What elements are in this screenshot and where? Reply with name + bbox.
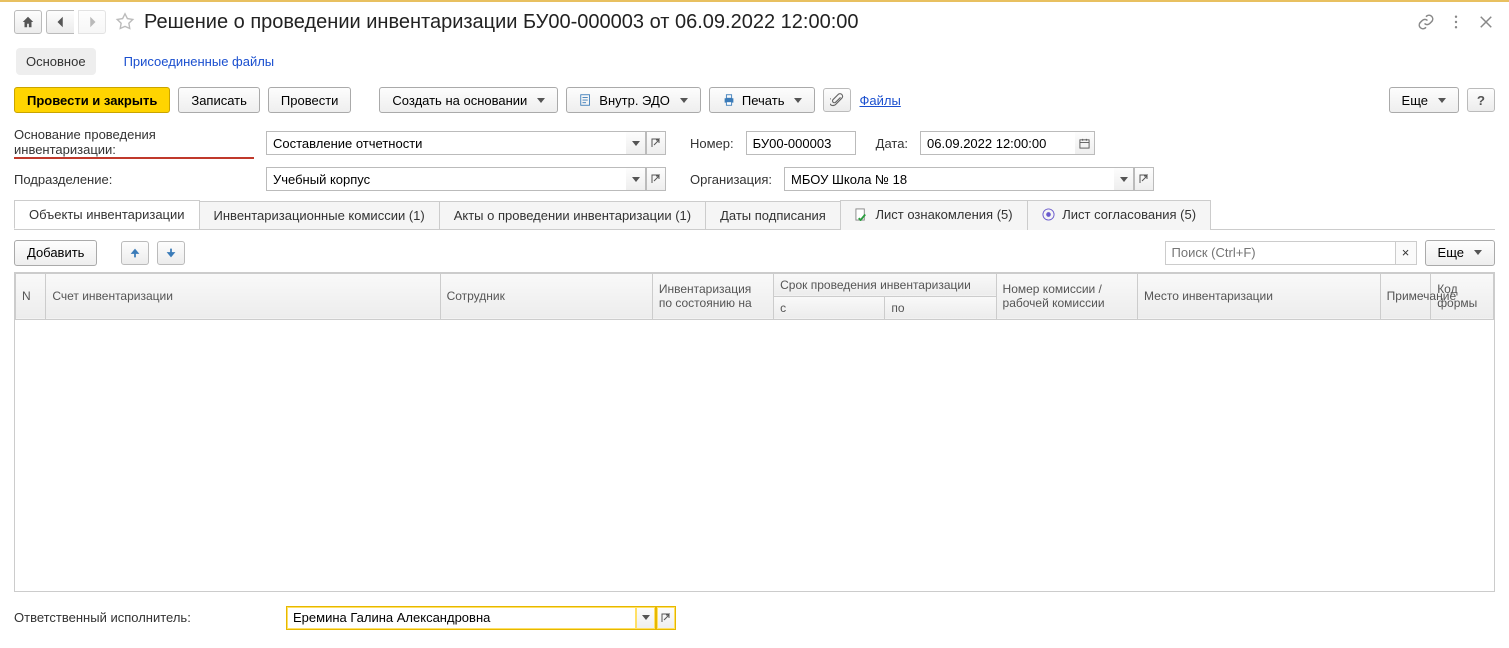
paperclip-icon bbox=[830, 93, 844, 107]
tab-sign-dates[interactable]: Даты подписания bbox=[705, 201, 841, 229]
org-field[interactable] bbox=[784, 167, 1154, 191]
col-note[interactable]: Примечание bbox=[1380, 273, 1431, 319]
org-label: Организация: bbox=[690, 172, 772, 187]
responsible-field[interactable] bbox=[286, 606, 676, 630]
edo-button[interactable]: Внутр. ЭДО bbox=[566, 87, 701, 113]
subdiv-input[interactable] bbox=[266, 167, 626, 191]
open-ref-icon[interactable] bbox=[656, 606, 676, 630]
arrow-left-icon bbox=[54, 15, 68, 29]
files-link[interactable]: Файлы bbox=[859, 93, 900, 108]
basis-field[interactable] bbox=[266, 131, 666, 155]
tab-commissions[interactable]: Инвентаризационные комиссии (1) bbox=[199, 201, 440, 229]
grid: N Счет инвентаризации Сотрудник Инвентар… bbox=[14, 272, 1495, 592]
col-employee[interactable]: Сотрудник bbox=[440, 273, 652, 319]
col-account[interactable]: Счет инвентаризации bbox=[46, 273, 440, 319]
grid-search-input[interactable] bbox=[1165, 241, 1395, 265]
kebab-menu-icon[interactable] bbox=[1447, 13, 1465, 31]
edo-document-icon bbox=[579, 93, 593, 107]
awareness-sheet-icon bbox=[855, 208, 868, 224]
sub-tabs: Объекты инвентаризации Инвентаризационны… bbox=[14, 199, 1495, 230]
help-button[interactable]: ? bbox=[1467, 88, 1495, 112]
open-ref-icon[interactable] bbox=[1134, 167, 1154, 191]
nav-tab-files[interactable]: Присоединенные файлы bbox=[114, 48, 285, 75]
calendar-icon[interactable] bbox=[1075, 131, 1095, 155]
home-icon bbox=[21, 15, 35, 29]
arrow-right-icon bbox=[85, 15, 99, 29]
responsible-input[interactable] bbox=[286, 606, 636, 630]
nav-tabs: Основное Присоединенные файлы bbox=[14, 48, 1495, 75]
attach-button[interactable] bbox=[823, 88, 851, 112]
dropdown-icon[interactable] bbox=[626, 131, 646, 155]
tab-objects[interactable]: Объекты инвентаризации bbox=[14, 200, 200, 229]
print-button[interactable]: Печать bbox=[709, 87, 816, 113]
dropdown-icon[interactable] bbox=[1114, 167, 1134, 191]
responsible-label: Ответственный исполнитель: bbox=[14, 610, 274, 625]
clear-search-icon[interactable]: × bbox=[1395, 241, 1417, 265]
home-button[interactable] bbox=[14, 10, 42, 34]
subdiv-field[interactable] bbox=[266, 167, 666, 191]
post-and-close-button[interactable]: Провести и закрыть bbox=[14, 87, 170, 113]
arrow-down-icon bbox=[164, 246, 178, 260]
create-based-button[interactable]: Создать на основании bbox=[379, 87, 558, 113]
dropdown-icon[interactable] bbox=[626, 167, 646, 191]
col-asof[interactable]: Инвентаризация по состоянию на bbox=[652, 273, 773, 319]
grid-body[interactable] bbox=[15, 320, 1494, 575]
col-n[interactable]: N bbox=[16, 273, 46, 319]
date-field[interactable] bbox=[920, 131, 1095, 155]
open-ref-icon[interactable] bbox=[646, 131, 666, 155]
subdiv-label: Подразделение: bbox=[14, 172, 254, 187]
approval-sheet-icon bbox=[1042, 208, 1055, 224]
forward-button[interactable] bbox=[78, 10, 106, 34]
nav-tab-main[interactable]: Основное bbox=[16, 48, 96, 75]
col-from[interactable]: с bbox=[774, 296, 885, 319]
add-row-button[interactable]: Добавить bbox=[14, 240, 97, 266]
tab-approval[interactable]: Лист согласования (5) bbox=[1027, 200, 1211, 230]
tab-acts[interactable]: Акты о проведении инвентаризации (1) bbox=[439, 201, 706, 229]
col-commission[interactable]: Номер комиссии / рабочей комиссии bbox=[996, 273, 1138, 319]
post-button[interactable]: Провести bbox=[268, 87, 352, 113]
grid-toolbar: Добавить × Еще bbox=[14, 240, 1495, 266]
number-field bbox=[746, 131, 856, 155]
number-label: Номер: bbox=[690, 136, 734, 151]
tab-awareness[interactable]: Лист ознакомления (5) bbox=[840, 200, 1028, 230]
basis-label: Основание проведения инвентаризации: bbox=[14, 127, 254, 159]
save-button[interactable]: Записать bbox=[178, 87, 260, 113]
date-label: Дата: bbox=[876, 136, 908, 151]
date-input[interactable] bbox=[920, 131, 1075, 155]
grid-search[interactable]: × bbox=[1165, 241, 1417, 265]
org-input[interactable] bbox=[784, 167, 1114, 191]
grid-scrollbar[interactable] bbox=[15, 575, 1494, 591]
page-title: Решение о проведении инвентаризации БУ00… bbox=[144, 11, 859, 34]
titlebar: Решение о проведении инвентаризации БУ00… bbox=[14, 10, 1495, 34]
link-icon[interactable] bbox=[1417, 13, 1435, 31]
col-to[interactable]: по bbox=[885, 296, 996, 319]
col-place[interactable]: Место инвентаризации bbox=[1138, 273, 1381, 319]
move-down-button[interactable] bbox=[157, 241, 185, 265]
printer-icon bbox=[722, 93, 736, 107]
arrow-up-icon bbox=[128, 246, 142, 260]
favorite-star-icon[interactable] bbox=[114, 11, 136, 33]
col-period-group[interactable]: Срок проведения инвентаризации bbox=[774, 273, 996, 296]
move-up-button[interactable] bbox=[121, 241, 149, 265]
basis-input[interactable] bbox=[266, 131, 626, 155]
grid-more-button[interactable]: Еще bbox=[1425, 240, 1495, 266]
toolbar-more-button[interactable]: Еще bbox=[1389, 87, 1459, 113]
toolbar: Провести и закрыть Записать Провести Соз… bbox=[14, 87, 1495, 113]
close-icon[interactable] bbox=[1477, 13, 1495, 31]
dropdown-icon[interactable] bbox=[636, 606, 656, 630]
col-formcode[interactable]: Код формы bbox=[1431, 273, 1494, 319]
open-ref-icon[interactable] bbox=[646, 167, 666, 191]
number-input bbox=[746, 131, 856, 155]
back-button[interactable] bbox=[46, 10, 74, 34]
